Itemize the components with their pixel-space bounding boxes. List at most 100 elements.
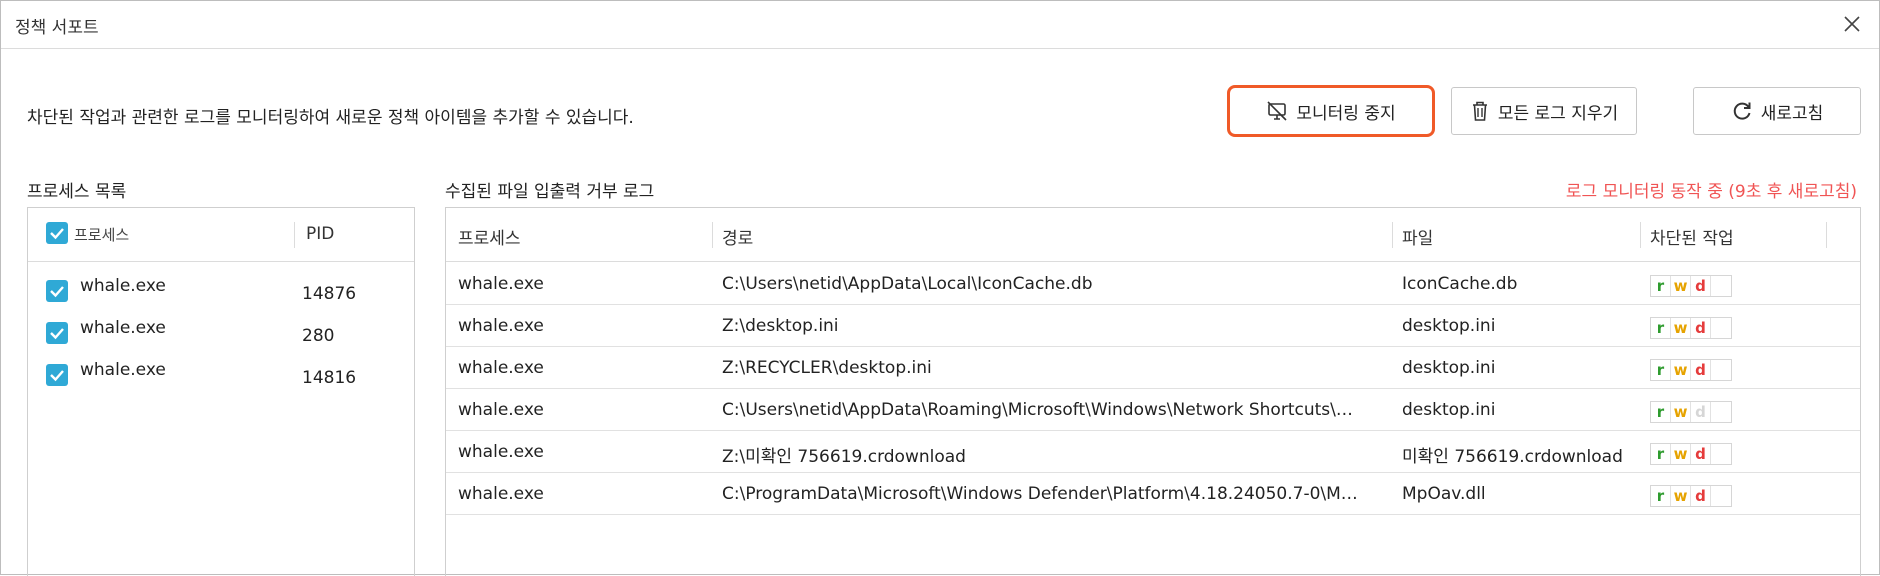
pid-column-header: PID — [306, 224, 335, 244]
log-row[interactable]: whale.exe C:\ProgramData\Microsoft\Windo… — [446, 473, 1860, 515]
op-read: r — [1651, 360, 1671, 380]
process-checkbox[interactable] — [46, 364, 68, 386]
log-file: 미확인 756619.crdownload — [1402, 447, 1623, 467]
clear-logs-label: 모든 로그 지우기 — [1497, 103, 1619, 124]
log-path: Z:\RECYCLER\desktop.ini — [722, 358, 932, 378]
process-name: whale.exe — [80, 318, 166, 338]
process-column-header: 프로세스 — [74, 226, 130, 244]
blocked-ops: r w d — [1650, 443, 1732, 465]
op-empty — [1711, 444, 1731, 464]
column-divider — [294, 222, 295, 248]
titlebar: 정책 서포트 — [1, 1, 1879, 49]
log-file: desktop.ini — [1402, 316, 1496, 336]
clear-logs-button[interactable]: 모든 로그 지우기 — [1451, 87, 1637, 135]
stop-monitoring-label: 모니터링 중지 — [1296, 103, 1396, 124]
process-list-panel: 프로세스 PID whale.exe 14876 whale.exe 280 w… — [27, 207, 415, 576]
log-process: whale.exe — [458, 442, 544, 462]
stop-monitoring-button[interactable]: 모니터링 중지 — [1227, 85, 1435, 137]
op-empty — [1711, 402, 1731, 422]
log-process: whale.exe — [458, 400, 544, 420]
op-write: w — [1671, 486, 1691, 506]
process-row[interactable]: whale.exe 280 — [28, 312, 414, 354]
select-all-checkbox[interactable] — [46, 222, 68, 244]
process-checkbox[interactable] — [46, 322, 68, 344]
log-process: whale.exe — [458, 316, 544, 336]
checkmark-icon — [50, 228, 64, 240]
log-file: desktop.ini — [1402, 358, 1496, 378]
process-pid: 280 — [302, 326, 335, 346]
log-file: desktop.ini — [1402, 400, 1496, 420]
monitoring-status: 로그 모니터링 동작 중 (9초 후 새로고침) — [1565, 182, 1857, 202]
log-process: whale.exe — [458, 358, 544, 378]
op-delete: d — [1691, 402, 1711, 422]
blocked-ops: r w d — [1650, 275, 1732, 297]
log-file: IconCache.db — [1402, 274, 1518, 294]
op-empty — [1711, 318, 1731, 338]
op-delete: d — [1691, 276, 1711, 296]
op-write: w — [1671, 402, 1691, 422]
log-row[interactable]: whale.exe Z:\desktop.ini desktop.ini r w… — [446, 305, 1860, 347]
checkmark-icon — [50, 328, 64, 340]
log-path: C:\ProgramData\Microsoft\Windows Defende… — [722, 484, 1358, 504]
op-read: r — [1651, 444, 1671, 464]
log-path: C:\Users\netid\AppData\Roaming\Microsoft… — [722, 400, 1353, 420]
op-write: w — [1671, 444, 1691, 464]
op-write: w — [1671, 360, 1691, 380]
log-process: whale.exe — [458, 274, 544, 294]
log-path-column-header[interactable]: 경로 — [722, 224, 753, 249]
log-process-column-header[interactable]: 프로세스 — [458, 224, 521, 249]
monitor-off-icon — [1266, 100, 1288, 122]
log-file: MpOav.dll — [1402, 484, 1486, 504]
process-row[interactable]: whale.exe 14876 — [28, 270, 414, 312]
policy-support-window: 정책 서포트 차단된 작업과 관련한 로그를 모니터링하여 새로운 정책 아이템… — [0, 0, 1880, 576]
log-list-header: 프로세스 경로 파일 차단된 작업 — [446, 208, 1860, 262]
log-file-column-header[interactable]: 파일 — [1402, 224, 1433, 249]
log-row[interactable]: whale.exe C:\Users\netid\AppData\Roaming… — [446, 389, 1860, 431]
log-list-panel: 프로세스 경로 파일 차단된 작업 whale.exe C:\Users\net… — [445, 207, 1861, 576]
log-blocked-column-header[interactable]: 차단된 작업 — [1650, 224, 1734, 249]
description-text: 차단된 작업과 관련한 로그를 모니터링하여 새로운 정책 아이템을 추가할 수… — [27, 108, 634, 128]
column-divider[interactable] — [1826, 222, 1827, 248]
op-empty — [1711, 486, 1731, 506]
op-delete: d — [1691, 486, 1711, 506]
log-path: Z:\desktop.ini — [722, 316, 839, 336]
op-write: w — [1671, 276, 1691, 296]
log-path: Z:\미확인 756619.crdownload — [722, 447, 966, 467]
refresh-icon — [1731, 100, 1753, 122]
process-pid: 14876 — [302, 284, 357, 304]
refresh-button[interactable]: 새로고침 — [1693, 87, 1861, 135]
process-pid: 14816 — [302, 368, 357, 388]
op-read: r — [1651, 402, 1671, 422]
op-empty — [1711, 360, 1731, 380]
op-read: r — [1651, 486, 1671, 506]
op-write: w — [1671, 318, 1691, 338]
log-row[interactable]: whale.exe Z:\미확인 756619.crdownload 미확인 7… — [446, 431, 1860, 473]
op-delete: d — [1691, 360, 1711, 380]
op-read: r — [1651, 276, 1671, 296]
blocked-ops: r w d — [1650, 359, 1732, 381]
trash-icon — [1470, 100, 1490, 122]
refresh-label: 새로고침 — [1760, 103, 1824, 124]
log-row[interactable]: whale.exe Z:\RECYCLER\desktop.ini deskto… — [446, 347, 1860, 389]
process-list-header: 프로세스 PID — [28, 208, 414, 262]
checkmark-icon — [50, 370, 64, 382]
process-name: whale.exe — [80, 360, 166, 380]
checkmark-icon — [50, 286, 64, 298]
column-divider[interactable] — [1640, 222, 1641, 248]
column-divider[interactable] — [1392, 222, 1393, 248]
log-path: C:\Users\netid\AppData\Local\IconCache.d… — [722, 274, 1093, 294]
column-divider[interactable] — [712, 222, 713, 248]
op-delete: d — [1691, 318, 1711, 338]
process-row[interactable]: whale.exe 14816 — [28, 354, 414, 396]
log-row[interactable]: whale.exe C:\Users\netid\AppData\Local\I… — [446, 263, 1860, 305]
op-empty — [1711, 276, 1731, 296]
op-read: r — [1651, 318, 1671, 338]
close-icon[interactable] — [1839, 11, 1865, 37]
log-list-label: 수집된 파일 입출력 거부 로그 — [445, 182, 655, 202]
window-title: 정책 서포트 — [15, 18, 99, 38]
process-list-label: 프로세스 목록 — [27, 182, 127, 202]
process-checkbox[interactable] — [46, 280, 68, 302]
blocked-ops: r w d — [1650, 401, 1732, 423]
process-name: whale.exe — [80, 276, 166, 296]
blocked-ops: r w d — [1650, 485, 1732, 507]
